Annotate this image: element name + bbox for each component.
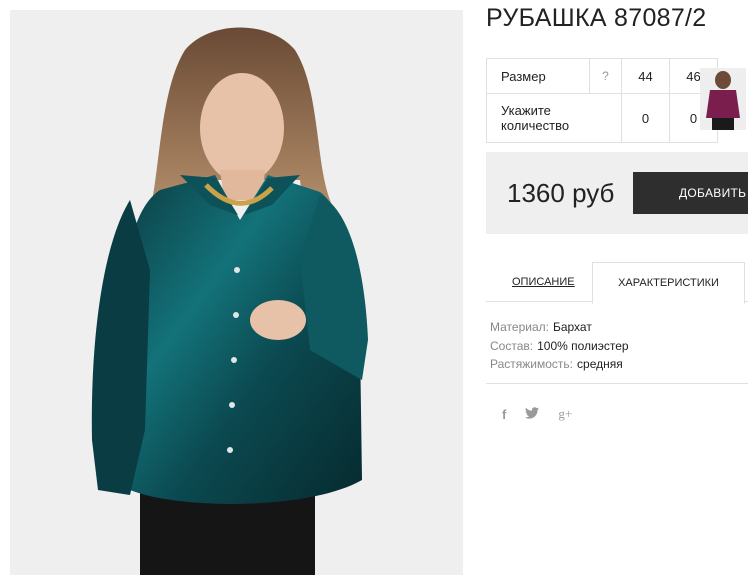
spec-row-composition: Состав: 100% полиэстер [490, 337, 629, 356]
twitter-icon[interactable] [525, 406, 540, 422]
size-help-icon[interactable]: ? [589, 58, 622, 94]
size-quantity-table: Размер ? 44 46 Укажите количество 0 0 [486, 58, 718, 143]
section-divider [486, 383, 748, 384]
spec-row-material: Материал: Бархат [490, 318, 629, 337]
specs-list: Материал: Бархат Состав: 100% полиэстер Ра… [490, 318, 629, 374]
product-photo[interactable] [10, 10, 463, 575]
spec-value: Бархат [552, 320, 592, 334]
googleplus-icon[interactable]: g+ [558, 406, 572, 422]
spec-key: Растяжимость: [490, 357, 574, 371]
quantity-label-line2: количество [501, 118, 570, 133]
spec-value: средняя [577, 357, 623, 371]
quantity-label: Укажите количество [486, 93, 622, 143]
quantity-label-line1: Укажите [501, 103, 551, 118]
tab-description[interactable]: ОПИСАНИЕ [512, 276, 575, 288]
size-label: Размер [486, 58, 590, 94]
spec-key: Материал: [490, 320, 549, 334]
quantity-input-44[interactable]: 0 [621, 93, 670, 143]
price-block: 1360 руб ДОБАВИТЬ В КОРЗИНУ [486, 152, 748, 234]
add-to-cart-label: ДОБАВИТЬ В КОРЗИНУ [679, 186, 748, 200]
product-thumbnail[interactable] [700, 68, 746, 130]
spec-key: Состав: [490, 338, 534, 353]
tab-characteristics[interactable]: ХАРАКТЕРИСТИКИ [592, 262, 745, 304]
size-option-44[interactable]: 44 [621, 58, 670, 94]
spec-row-stretch: Растяжимость: средняя [490, 355, 629, 374]
facebook-icon[interactable]: f [502, 407, 506, 422]
add-to-cart-button[interactable]: ДОБАВИТЬ В КОРЗИНУ [633, 172, 748, 214]
price: 1360 руб [507, 178, 615, 208]
social-share: f g+ [502, 406, 591, 422]
spec-value: 100% полиэстер [537, 338, 629, 353]
product-title: РУБАШКА 87087/2 [486, 4, 707, 32]
